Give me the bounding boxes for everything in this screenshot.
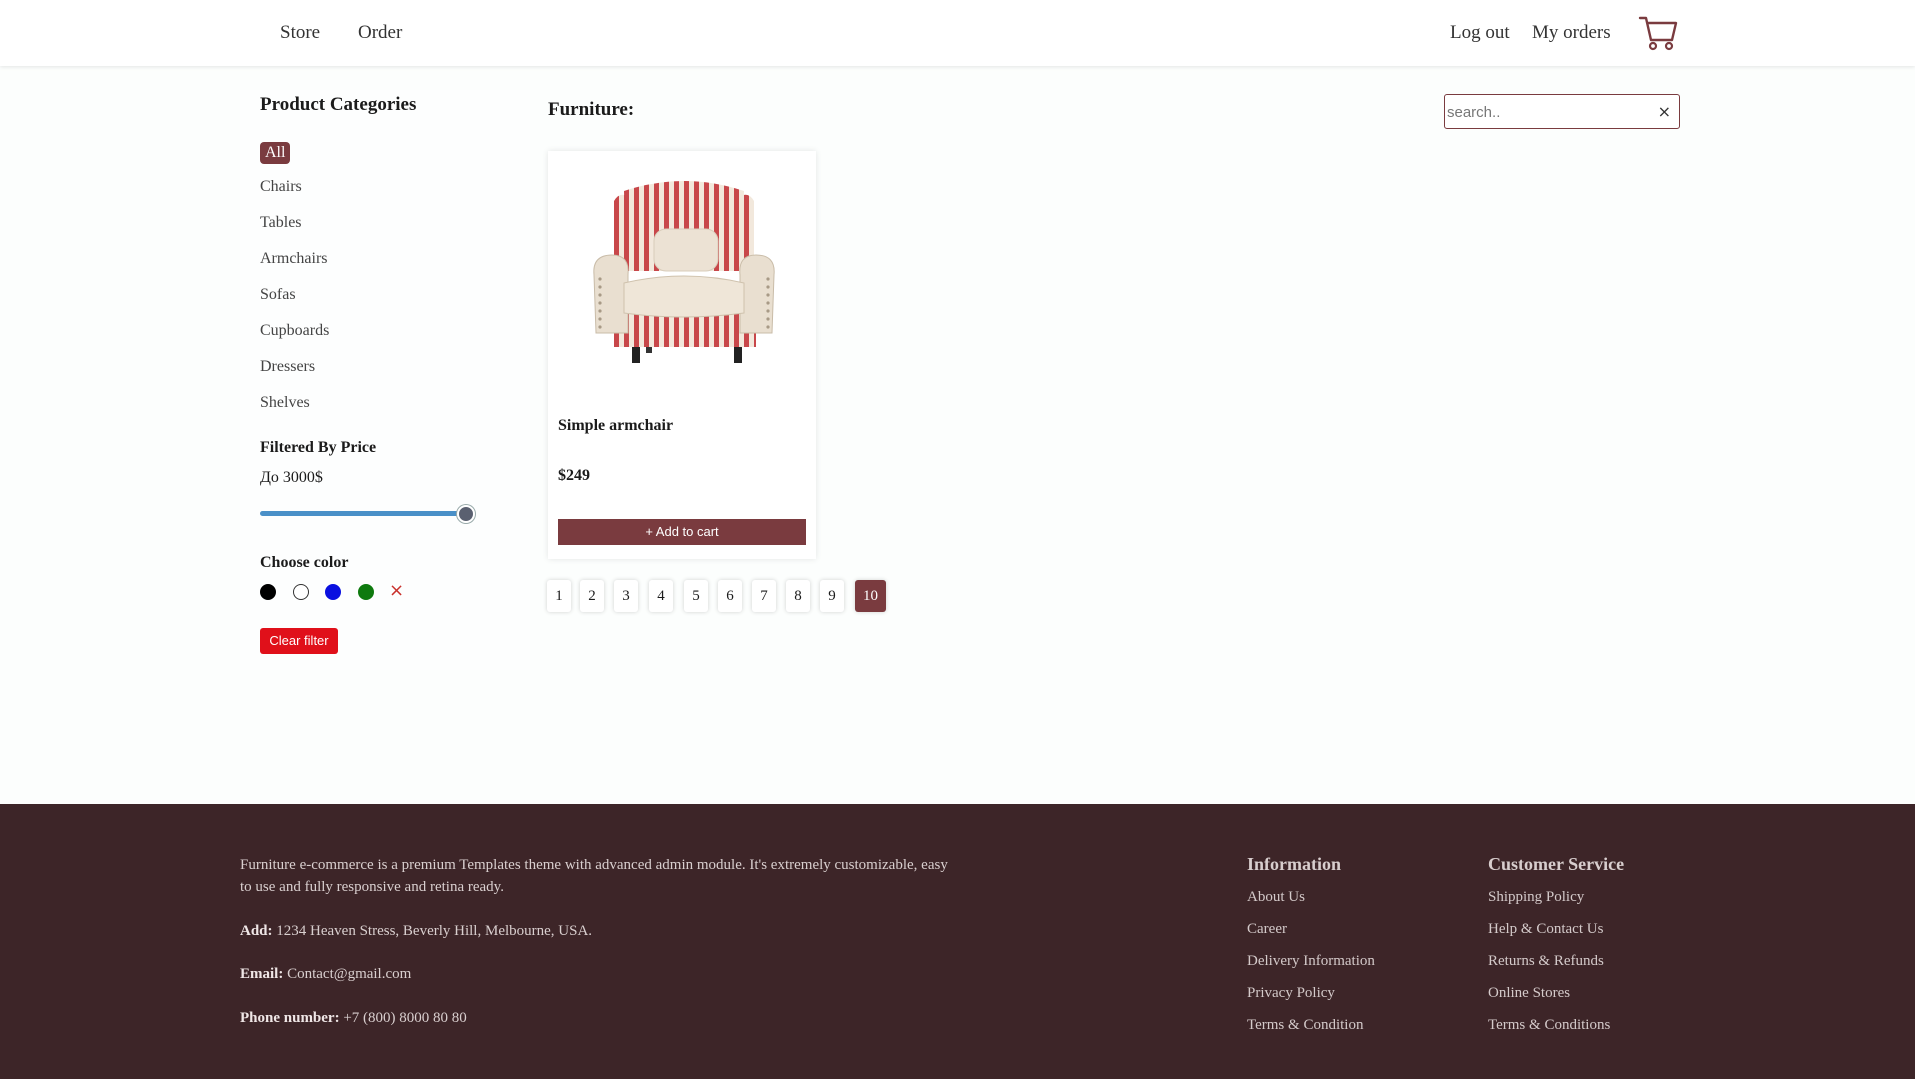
top-nav-bar: Store Order Log out My orders (0, 0, 1915, 66)
footer-link-returns[interactable]: Returns & Refunds (1488, 953, 1604, 970)
footer-address: Add: 1234 Heaven Stress, Beverly Hill, M… (240, 920, 592, 942)
page-button-7[interactable]: 7 (752, 580, 776, 612)
page-button-2[interactable]: 2 (580, 580, 604, 612)
color-white-option[interactable] (293, 584, 309, 600)
footer-address-label: Add: (240, 923, 273, 939)
price-slider-track[interactable] (260, 511, 466, 516)
category-dressers[interactable]: Dressers (260, 358, 315, 376)
footer-service-title: Customer Service (1488, 854, 1625, 874)
product-price: $249 (558, 467, 590, 484)
footer-link-delivery[interactable]: Delivery Information (1247, 953, 1375, 970)
footer-link-privacy[interactable]: Privacy Policy (1247, 985, 1335, 1002)
footer-email-value[interactable]: Contact@gmail.com (287, 966, 411, 982)
search-input[interactable] (1447, 100, 1647, 124)
footer-link-terms[interactable]: Terms & Condition (1247, 1017, 1363, 1034)
page-button-5[interactable]: 5 (684, 580, 708, 612)
footer-link-terms-conditions[interactable]: Terms & Conditions (1488, 1017, 1610, 1034)
footer-about-text: Furniture e-commerce is a premium Templa… (240, 857, 948, 895)
color-blue-option[interactable] (325, 584, 341, 600)
footer-link-career[interactable]: Career (1247, 921, 1287, 938)
footer-link-online-stores[interactable]: Online Stores (1488, 985, 1570, 1002)
color-green-option[interactable] (358, 584, 374, 600)
color-clear-icon[interactable]: × (389, 580, 404, 601)
page-button-1[interactable]: 1 (547, 580, 571, 612)
price-filter-value: До 3000$ (260, 469, 323, 486)
page-button-6[interactable]: 6 (718, 580, 742, 612)
category-shelves[interactable]: Shelves (260, 394, 310, 412)
category-cupboards[interactable]: Cupboards (260, 322, 329, 340)
footer-address-value: 1234 Heaven Stress, Beverly Hill, Melbou… (276, 923, 593, 939)
search-box: × (1444, 94, 1680, 129)
category-all[interactable]: All (260, 142, 291, 164)
footer-phone: Phone number: +7 (800) 8000 80 80 (240, 1007, 467, 1029)
filter-sidebar (240, 90, 530, 670)
page-title: Furniture: (548, 99, 635, 120)
search-clear-icon[interactable]: × (1658, 102, 1671, 121)
color-black-option[interactable] (260, 584, 276, 600)
categories-title: Product Categories (260, 94, 417, 115)
site-footer: Furniture e-commerce is a premium Templa… (0, 804, 1915, 1079)
category-chairs[interactable]: Chairs (260, 178, 302, 196)
page-button-9[interactable]: 9 (820, 580, 844, 612)
category-sofas[interactable]: Sofas (260, 286, 296, 304)
page-button-8[interactable]: 8 (786, 580, 810, 612)
footer-phone-label: Phone number: (240, 1010, 340, 1026)
add-to-cart-button[interactable]: + Add to cart (558, 519, 806, 545)
logout-link[interactable]: Log out (1450, 22, 1510, 44)
footer-email: Email: Contact@gmail.com (240, 963, 411, 985)
footer-link-shipping[interactable]: Shipping Policy (1488, 889, 1584, 906)
category-tables[interactable]: Tables (260, 214, 302, 232)
footer-email-label: Email: (240, 966, 284, 982)
price-slider-thumb[interactable] (457, 505, 475, 523)
product-name[interactable]: Simple armchair (558, 417, 673, 435)
shopping-cart-icon[interactable] (1638, 14, 1678, 52)
price-filter-title: Filtered By Price (260, 439, 377, 456)
footer-link-about-us[interactable]: About Us (1247, 889, 1305, 906)
clear-filter-button[interactable]: Clear filter (260, 628, 338, 654)
color-filter-title: Choose color (260, 554, 349, 571)
product-image (593, 181, 775, 363)
nav-order-link[interactable]: Order (358, 22, 402, 44)
nav-store-link[interactable]: Store (280, 22, 320, 44)
footer-phone-value[interactable]: +7 (800) 8000 80 80 (343, 1010, 466, 1026)
footer-link-help-contact[interactable]: Help & Contact Us (1488, 921, 1603, 938)
page-button-3[interactable]: 3 (614, 580, 638, 612)
page-button-10[interactable]: 10 (855, 580, 886, 612)
footer-information-title: Information (1247, 854, 1341, 874)
page-button-4[interactable]: 4 (649, 580, 673, 612)
category-armchairs[interactable]: Armchairs (260, 250, 328, 268)
product-card[interactable]: Simple armchair $249 + Add to cart (548, 151, 816, 559)
my-orders-link[interactable]: My orders (1532, 22, 1611, 44)
